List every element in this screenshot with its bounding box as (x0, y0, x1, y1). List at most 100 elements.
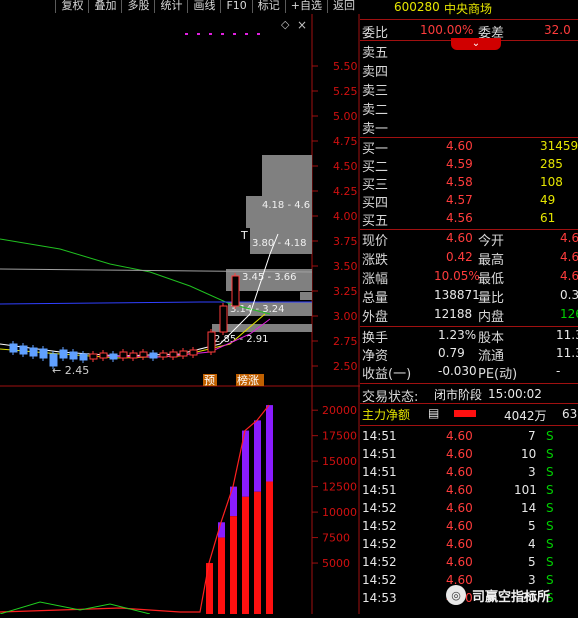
quote-value: 0.42 (446, 250, 473, 264)
volume-bar-red (218, 537, 225, 614)
quote-label: 现价 (362, 234, 389, 249)
chart-area[interactable]: ◇ × 5.50 5.25 5.00 4.75 4.50 4.25 4.00 3.75 3.50 3.… (0, 14, 360, 615)
toolbar: 复权 叠加 多股 统计 画线 F10 标记 +自选 返回 (0, 0, 360, 14)
tick-price: 4.60 (446, 537, 473, 551)
stock-name: 中央商场 (444, 2, 493, 16)
bid-volume: 61 (540, 211, 556, 225)
price-tick-label: 3.75 (333, 235, 358, 248)
dot-marker (257, 33, 260, 35)
quote-value: 4.6 (560, 269, 578, 283)
bid-volume: 285 (540, 157, 563, 171)
price-tick-label: 4.00 (333, 210, 358, 223)
candle (149, 352, 158, 359)
weibi-label: 委比 (362, 26, 389, 41)
candle (29, 347, 38, 357)
candle (119, 351, 128, 359)
tick-time: 14:51 (362, 465, 397, 479)
main-flow-value: 4042万 (504, 409, 547, 423)
toolbar-button-4[interactable]: 画线 (187, 0, 220, 13)
marker-pre[interactable]: 预 (204, 374, 215, 387)
tick-side: S (546, 519, 554, 533)
low-price-label: ← 2.45 (52, 364, 89, 377)
candle (9, 343, 18, 353)
price-tick-label: 4.75 (333, 135, 358, 148)
quote-label: 内盘 (478, 310, 505, 325)
toolbar-button-6[interactable]: 标记 (251, 0, 285, 13)
candle (79, 353, 88, 361)
panel-divider (360, 326, 578, 327)
quote2-value: 0.79 (438, 346, 465, 360)
volume-bar-red (242, 496, 249, 614)
quote-value: 12666 (560, 307, 578, 321)
price-volume-chart[interactable]: ◇ × 5.50 5.25 5.00 4.75 4.50 4.25 4.00 3.75 3.50 3.… (0, 14, 360, 615)
quote2-label: 收益(一) (362, 367, 412, 382)
panel-divider (360, 425, 578, 426)
tick-time: 14:51 (362, 429, 397, 443)
tick-time: 14:52 (362, 519, 397, 533)
tick-side: S (546, 465, 554, 479)
watermark-text: 司赢空指标所 (472, 589, 551, 605)
price-tick-label: 4.50 (333, 160, 358, 173)
quote2-label: 流通 (478, 349, 505, 364)
candle (159, 352, 168, 358)
bid-volume: 31459 (540, 139, 578, 153)
tick-side: S (546, 483, 554, 497)
candle (89, 353, 98, 360)
tick-time: 14:51 (362, 447, 397, 461)
quote2-label: PE(动) (478, 367, 518, 382)
candle (59, 349, 68, 359)
tick-time: 14:51 (362, 483, 397, 497)
dot-marker (221, 33, 224, 35)
chip-box (300, 292, 312, 300)
volume-line-green (0, 601, 151, 615)
quote-value: 0.3 (560, 288, 578, 302)
toolbar-button-7[interactable]: +自选 (284, 0, 327, 13)
tick-volume: 4 (528, 537, 536, 551)
volume-tick-label: 20000 (322, 404, 357, 417)
bid-label: 买四 (362, 196, 389, 211)
watermark-logo-icon: ◎ (446, 585, 466, 605)
stock-code: 600280 (394, 0, 440, 14)
diamond-icon[interactable]: ◇ (281, 18, 290, 31)
toolbar-button-0[interactable]: 复权 (55, 0, 88, 13)
toolbar-button-1[interactable]: 叠加 (88, 0, 121, 13)
tick-side: S (546, 555, 554, 569)
marker-rank[interactable]: 榜涨 (237, 373, 259, 387)
quote-label: 最高 (478, 253, 505, 268)
tick-volume: 101 (514, 483, 537, 497)
tick-time: 14:52 (362, 501, 397, 515)
weicha-value: 32.0 (544, 23, 571, 37)
price-tick-label: 3.00 (333, 310, 358, 323)
quote2-label: 换手 (362, 331, 389, 346)
volume-bar-purple (254, 420, 261, 492)
tick-price: 4.60 (446, 519, 473, 533)
toolbar-button-2[interactable]: 多股 (121, 0, 154, 13)
bid-volume: 108 (540, 175, 563, 189)
expand-icon[interactable]: ⌄ (451, 38, 501, 50)
quote-label: 总量 (362, 291, 389, 306)
toolbar-button-5[interactable]: F10 (220, 0, 251, 13)
toolbar-button-8[interactable]: 返回 (327, 0, 360, 13)
price-tick-label: 5.00 (333, 110, 358, 123)
main-flow-bar (454, 410, 476, 417)
toolbar-button-3[interactable]: 统计 (154, 0, 187, 13)
candle (231, 275, 240, 307)
quote-value: 10.05% (434, 269, 480, 283)
candle (139, 351, 148, 358)
volume-bar-purple (266, 405, 273, 482)
quote2-value: 1.23% (438, 328, 477, 342)
tick-price: 4.60 (446, 447, 473, 461)
list-icon[interactable]: ▤ (428, 406, 439, 420)
volume-bar-red (230, 516, 237, 614)
bid-price: 4.56 (446, 211, 473, 225)
bid-label: 买五 (362, 214, 389, 229)
quote2-label: 股本 (478, 331, 505, 346)
panel-divider (360, 383, 578, 384)
close-icon[interactable]: × (297, 18, 307, 32)
ask-label: 卖四 (362, 65, 389, 80)
bid-price: 4.59 (446, 157, 473, 171)
tick-price: 4.60 (446, 429, 473, 443)
main-flow-extra: 63 (562, 407, 578, 421)
bid-price: 4.60 (446, 139, 473, 153)
quote-value: 4.6 (560, 250, 578, 264)
